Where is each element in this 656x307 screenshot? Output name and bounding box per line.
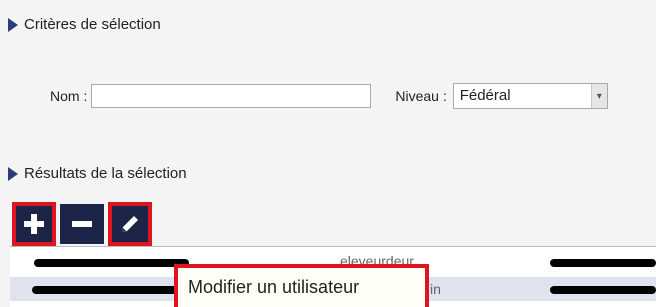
redacted-cell — [550, 286, 656, 294]
edit-user-button[interactable] — [108, 202, 152, 246]
table-cell: in — [430, 281, 441, 297]
edit-user-tooltip: Modifier un utilisateur — [174, 264, 429, 307]
expand-triangle-icon — [8, 17, 18, 32]
niveau-select[interactable]: Fédéral ▾ — [452, 83, 608, 109]
criteria-section-header[interactable]: Critères de sélection — [8, 16, 161, 33]
niveau-label: Niveau : — [395, 88, 447, 104]
nom-input[interactable] — [91, 84, 372, 108]
add-user-button[interactable] — [12, 202, 56, 246]
niveau-selected-value: Fédéral — [459, 87, 511, 104]
results-title: Résultats de la sélection — [24, 165, 187, 182]
search-form: Nom : Niveau : Fédéral ▾ — [50, 83, 608, 109]
minus-icon — [72, 221, 92, 227]
pencil-icon — [122, 216, 138, 232]
chevron-down-icon[interactable]: ▾ — [590, 84, 607, 108]
expand-triangle-icon — [8, 166, 18, 181]
plus-icon — [24, 214, 44, 234]
redacted-cell — [32, 286, 177, 294]
criteria-title: Critères de sélection — [24, 16, 161, 33]
redacted-cell — [550, 259, 656, 267]
nom-label: Nom : — [50, 88, 88, 104]
results-section-header[interactable]: Résultats de la sélection — [8, 165, 187, 182]
redacted-cell — [34, 259, 189, 267]
remove-user-button[interactable] — [60, 204, 104, 244]
results-toolbar — [12, 202, 152, 246]
tooltip-text: Modifier un utilisateur — [188, 277, 360, 297]
